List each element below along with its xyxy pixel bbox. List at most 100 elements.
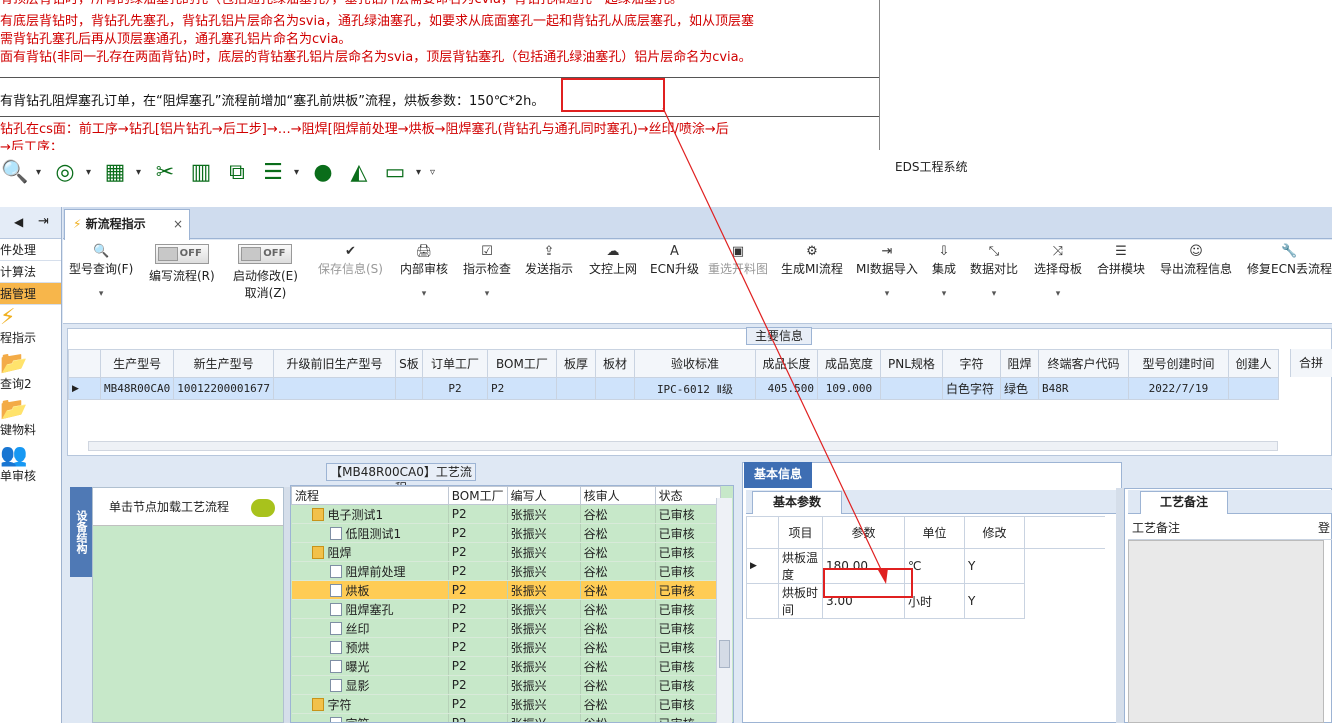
monitor-icon[interactable]: ▭ xyxy=(380,160,410,185)
search-icon: 🔍 xyxy=(93,244,110,259)
file-icon xyxy=(329,602,342,616)
generate-mi-button[interactable]: ⚙ 生成MI流程 xyxy=(781,244,843,277)
sidebar-item[interactable]: 件处理 xyxy=(0,239,61,261)
table-row[interactable]: ▶ 烘板温度 180.00 ℃ Y xyxy=(746,548,1105,584)
column-header: 验收标准 xyxy=(633,349,756,378)
file-icon xyxy=(329,678,342,692)
repair-ecn-button[interactable]: 🔧 修复ECN丢流程 xyxy=(1247,244,1332,277)
user-icon[interactable]: ● xyxy=(308,160,338,185)
column-header: 新生产型号 xyxy=(173,349,274,378)
chevron-down-icon: ▾ xyxy=(484,289,490,299)
list-icon[interactable]: ☰ xyxy=(258,160,288,185)
file-icon xyxy=(329,583,342,597)
chat-bubble-icon xyxy=(251,499,275,517)
tree-row[interactable]: 预烘 P2 张振兴 谷松 已审核 xyxy=(291,637,722,657)
horizontal-scrollbar[interactable] xyxy=(88,441,1278,451)
sidebar-item-selected[interactable]: 据管理 xyxy=(0,283,61,305)
column-header: 单位 xyxy=(904,516,965,549)
row-pointer-icon: ▶ xyxy=(746,548,779,584)
start-modify-toggle[interactable]: OFF 启动修改(E) 取消(Z) xyxy=(233,244,298,301)
chevron-left-icon[interactable]: ◀ xyxy=(14,215,23,229)
font-icon: A xyxy=(670,244,679,259)
sidebar-header: ◀ ⇥ xyxy=(0,207,61,239)
tab-process-remark[interactable]: 工艺备注 xyxy=(1140,491,1228,514)
tree-row[interactable]: 字符P2张振兴谷松已审核 xyxy=(291,713,722,722)
write-flow-toggle[interactable]: OFF 编写流程(R) xyxy=(149,244,215,284)
integrate-button[interactable]: ⇩ 集成 ▾ xyxy=(932,244,956,299)
row-pointer-icon: ▶ xyxy=(68,377,101,400)
column-header: 项目 xyxy=(778,516,823,549)
column-header: BOM工厂 xyxy=(486,349,557,378)
table-row[interactable]: ▶ MB48R00CA0 10012200001677 P2 P2 IPC-60… xyxy=(68,377,1279,400)
vertical-scrollbar[interactable] xyxy=(716,498,732,723)
document-excerpt: 有顶层背钻时，所有的绿油塞孔的孔（包括通孔绿油塞孔），塞孔铝片层需要命名为cvi… xyxy=(0,0,880,150)
file-icon xyxy=(329,621,342,635)
remark-header: 工艺备注登 xyxy=(1128,516,1332,540)
sidebar-item[interactable]: 计算法 xyxy=(0,261,61,283)
export-flow-button[interactable]: ☺ 导出流程信息 xyxy=(1160,244,1232,277)
file-icon xyxy=(329,659,342,673)
doc-highlight: 150℃*2h。 xyxy=(468,94,545,109)
sidebar-item-material[interactable]: 📂 键物料 xyxy=(0,397,61,443)
tree-row[interactable]: 字符P2张振兴谷松已审核 xyxy=(291,694,722,714)
ecn-upgrade-button[interactable]: A ECN升级 xyxy=(650,244,699,277)
table-row[interactable]: 烘板时间 3.00 小时 Y xyxy=(746,583,1105,619)
tree-row[interactable]: 显影 P2 张振兴 谷松 已审核 xyxy=(291,675,722,695)
internal-review-button[interactable]: 🖨 内部审核 ▾ xyxy=(400,244,448,299)
tab-device-structure[interactable]: 设备结构 xyxy=(70,487,92,577)
sidebar-item-query[interactable]: 📂 查询2 xyxy=(0,351,61,397)
column-header: 型号创建时间 xyxy=(1127,349,1229,378)
column-header: 核审人 xyxy=(579,486,656,505)
grid-icon[interactable]: ▦ xyxy=(100,160,130,185)
mi-import-button[interactable]: ⇥ MI数据导入 ▾ xyxy=(856,244,918,299)
doc-line: 有背钻孔阻焊塞孔订单，在“阻焊塞孔”流程前增加“塞孔前烘板”流程，烘板参数：15… xyxy=(0,94,545,109)
pin-icon[interactable]: ⇥ xyxy=(38,214,49,229)
column-header: 修改 xyxy=(964,516,1025,549)
column-header: 编写人 xyxy=(506,486,581,505)
instruction-check-button[interactable]: ☑ 指示检查 ▾ xyxy=(463,244,511,299)
tree-row[interactable]: 电子测试1 P2 张振兴 谷松 已审核 xyxy=(291,504,722,524)
load-flow-header[interactable]: 单击节点加载工艺流程 xyxy=(93,488,283,526)
download-icon: ⇩ xyxy=(938,244,950,259)
close-icon[interactable]: × xyxy=(173,210,183,238)
select-mother-board-button[interactable]: ⤨ 选择母板 ▾ xyxy=(1034,244,1082,299)
tree-row[interactable]: 曝光 P2 张振兴 谷松 已审核 xyxy=(291,656,722,676)
tab-basic-info[interactable]: 基本信息 xyxy=(744,462,812,488)
tree-row[interactable]: 低阻测试1 P2 张振兴 谷松 已审核 xyxy=(291,523,722,543)
tree-row[interactable]: 阻焊前处理 P2 张振兴 谷松 已审核 xyxy=(291,561,722,581)
search-icon[interactable]: 🔍 xyxy=(0,160,30,185)
tab-basic-params[interactable]: 基本参数 xyxy=(752,491,842,514)
tree-row[interactable]: 烘板 P2 张振兴 谷松 已审核 xyxy=(291,580,722,600)
column-header: 板材 xyxy=(594,349,635,378)
area-chart-icon[interactable]: ◭ xyxy=(344,160,374,185)
tab-new-flow[interactable]: ⚡ 新流程指示 × xyxy=(64,209,190,240)
scissors-icon[interactable]: ✂ xyxy=(150,160,180,185)
copy-icon[interactable]: ⧉ xyxy=(222,160,252,185)
tab-bar xyxy=(63,207,1332,239)
doc-line: 有底层背钻时，背钻孔先塞孔，背钻孔铝片层命名为svia，通孔绿油塞孔，如要求从底… xyxy=(0,14,755,29)
save-info-button[interactable]: ✔ 保存信息(S) xyxy=(318,244,383,277)
merge-module-button[interactable]: ☰ 合拼模块 xyxy=(1097,244,1145,277)
reselect-cut-button[interactable]: ▣ 重选开料图 xyxy=(708,244,768,277)
sidebar-item-review[interactable]: 👥 单审核 xyxy=(0,443,61,489)
column-header: 创建人 xyxy=(1227,349,1279,378)
sidebar-item-flow[interactable]: ⚡ 程指示 xyxy=(0,305,61,351)
scrollbar-thumb[interactable] xyxy=(719,640,730,668)
remark-textarea[interactable] xyxy=(1128,540,1324,723)
folder-icon xyxy=(311,507,324,521)
doc-online-button[interactable]: ☁ 文控上网 xyxy=(589,244,637,277)
column-header: 升级前旧生产型号 xyxy=(272,349,396,378)
data-compare-button[interactable]: ⤡ 数据对比 ▾ xyxy=(970,244,1018,299)
film-icon[interactable]: ▥ xyxy=(186,160,216,185)
tree-row[interactable]: 阻焊塞孔 P2 张振兴 谷松 已审核 xyxy=(291,599,722,619)
model-query-button[interactable]: 🔍 型号查询(F) ▾ xyxy=(69,244,133,299)
lifebuoy-icon[interactable]: ◎ xyxy=(50,160,80,185)
annotation-box xyxy=(823,568,913,598)
main-info-table: 生产型号 新生产型号 升级前旧生产型号 S板 订单工厂 BOM工厂 板厚 板材 … xyxy=(68,349,1279,400)
folder-icon: 📂 xyxy=(0,351,28,376)
tree-row[interactable]: 丝印 P2 张振兴 谷松 已审核 xyxy=(291,618,722,638)
splitter[interactable] xyxy=(1116,488,1124,723)
tree-row[interactable]: 阻焊 P2 张振兴 谷松 已审核 xyxy=(291,542,722,562)
file-icon xyxy=(329,526,342,540)
send-instruction-button[interactable]: ⇪ 发送指示 xyxy=(525,244,573,277)
